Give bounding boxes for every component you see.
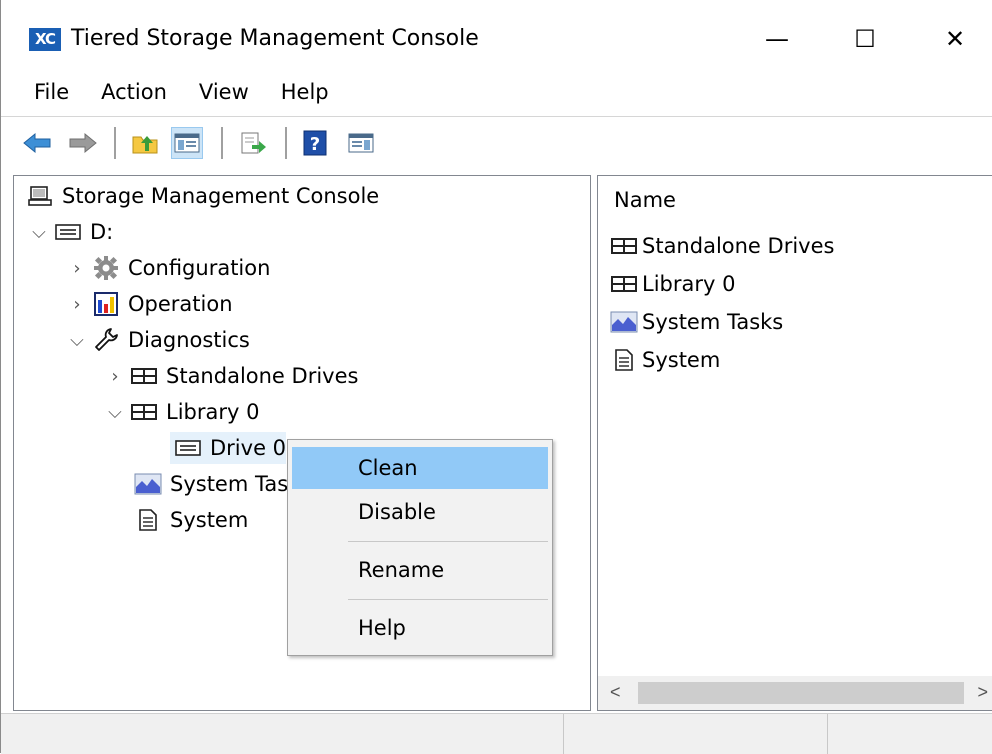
forward-icon[interactable] bbox=[67, 127, 99, 159]
menu-separator bbox=[348, 599, 548, 600]
tree-item-library[interactable]: ⌵ Library 0 bbox=[104, 396, 259, 428]
list-item[interactable]: Library 0 bbox=[610, 268, 735, 300]
menu-bar: File Action View Help bbox=[1, 78, 992, 114]
tree-item-drive[interactable]: ⌵ D: bbox=[28, 216, 113, 248]
system-tasks-icon bbox=[610, 310, 638, 334]
drive-icon bbox=[54, 220, 82, 244]
context-menu-disable[interactable]: Disable bbox=[292, 491, 548, 533]
scrollbar-thumb[interactable] bbox=[638, 682, 964, 704]
minimize-button[interactable]: — bbox=[745, 14, 809, 64]
computer-console-icon bbox=[26, 184, 54, 208]
context-menu-clean[interactable]: Clean bbox=[292, 447, 548, 489]
tree-item-root[interactable]: Storage Management Console bbox=[26, 180, 379, 212]
tree-item-configuration[interactable]: › Configuration bbox=[66, 252, 270, 284]
chevron-right-icon[interactable]: › bbox=[66, 294, 88, 315]
tree-item-system[interactable]: System bbox=[134, 504, 248, 536]
chevron-right-icon[interactable]: › bbox=[66, 258, 88, 279]
bar-chart-icon bbox=[92, 292, 120, 316]
up-folder-icon[interactable] bbox=[129, 127, 161, 159]
toolbar: ? bbox=[1, 116, 992, 173]
maximize-button[interactable]: ☐ bbox=[833, 14, 897, 64]
context-menu-label: Disable bbox=[358, 500, 436, 524]
drive-icon bbox=[174, 436, 202, 460]
scroll-left-icon[interactable]: < bbox=[610, 682, 621, 703]
chevron-down-icon[interactable]: ⌵ bbox=[28, 222, 50, 243]
app-window: XC Tiered Storage Management Console — ☐… bbox=[0, 0, 992, 754]
gear-icon bbox=[92, 256, 120, 280]
tree-item-label: Configuration bbox=[128, 256, 271, 280]
context-menu-label: Rename bbox=[358, 558, 445, 582]
tree-item-label: Diagnostics bbox=[128, 328, 250, 352]
chevron-down-icon[interactable]: ⌵ bbox=[104, 402, 126, 423]
tree-item-label: Operation bbox=[128, 292, 233, 316]
app-icon: XC bbox=[29, 28, 61, 51]
menu-separator bbox=[348, 541, 548, 542]
title-bar: XC Tiered Storage Management Console — ☐… bbox=[1, 0, 992, 78]
document-icon bbox=[610, 348, 638, 372]
toolbar-separator bbox=[221, 127, 223, 159]
list-item-label: Library 0 bbox=[642, 272, 736, 296]
horizontal-scrollbar[interactable]: < > bbox=[598, 676, 992, 710]
status-separator bbox=[827, 714, 828, 754]
menu-view[interactable]: View bbox=[183, 78, 265, 114]
export-list-icon[interactable] bbox=[237, 127, 269, 159]
menu-action[interactable]: Action bbox=[85, 78, 183, 114]
list-item-label: System bbox=[642, 348, 721, 372]
list-item-label: System Tasks bbox=[642, 310, 784, 334]
drive-array-icon bbox=[130, 400, 158, 424]
chevron-right-icon[interactable]: › bbox=[104, 366, 126, 387]
document-icon bbox=[134, 508, 162, 532]
back-icon[interactable] bbox=[21, 127, 53, 159]
tree-item-label: System bbox=[170, 508, 249, 532]
svg-text:?: ? bbox=[310, 134, 320, 155]
list-item-label: Standalone Drives bbox=[642, 234, 835, 258]
tree-item-system-tasks[interactable]: System Tasks bbox=[134, 468, 311, 500]
column-header-name[interactable]: Name bbox=[614, 188, 676, 212]
show-hide-tree-icon[interactable] bbox=[171, 127, 203, 159]
tree-item-operation[interactable]: › Operation bbox=[66, 288, 233, 320]
toolbar-separator bbox=[285, 127, 287, 159]
menu-help[interactable]: Help bbox=[265, 78, 345, 114]
system-tasks-icon bbox=[134, 472, 162, 496]
context-menu-label: Help bbox=[358, 616, 406, 640]
chevron-down-icon[interactable]: ⌵ bbox=[66, 330, 88, 351]
context-menu-rename[interactable]: Rename bbox=[292, 549, 548, 591]
context-menu-label: Clean bbox=[358, 456, 418, 480]
list-item[interactable]: System bbox=[610, 344, 720, 376]
tree-item-label: Drive 0 bbox=[210, 436, 287, 460]
context-menu: Clean Disable Rename Help bbox=[287, 439, 553, 656]
drive-array-icon bbox=[610, 272, 638, 296]
list-pane[interactable]: Name Standalone Drives Library 0 System … bbox=[597, 175, 992, 711]
wrench-icon bbox=[92, 328, 120, 352]
tree-item-standalone-drives[interactable]: › Standalone Drives bbox=[104, 360, 358, 392]
context-menu-help[interactable]: Help bbox=[292, 607, 548, 649]
tree-item-diagnostics[interactable]: ⌵ Diagnostics bbox=[66, 324, 250, 356]
status-separator bbox=[563, 714, 564, 754]
drive-array-icon bbox=[610, 234, 638, 258]
show-hide-action-pane-icon[interactable] bbox=[345, 127, 377, 159]
drive-array-icon bbox=[130, 364, 158, 388]
status-bar bbox=[1, 713, 992, 754]
close-button[interactable]: ✕ bbox=[923, 14, 987, 64]
window-title: Tiered Storage Management Console bbox=[71, 26, 479, 51]
menu-file[interactable]: File bbox=[1, 78, 85, 114]
tree-item-label: Standalone Drives bbox=[166, 364, 359, 388]
help-icon[interactable]: ? bbox=[299, 127, 331, 159]
scroll-right-icon[interactable]: > bbox=[977, 682, 988, 703]
tree-item-label: Library 0 bbox=[166, 400, 260, 424]
toolbar-separator bbox=[114, 127, 116, 159]
tree-item-label: Storage Management Console bbox=[62, 184, 380, 208]
list-item[interactable]: Standalone Drives bbox=[610, 230, 834, 262]
list-item[interactable]: System Tasks bbox=[610, 306, 783, 338]
tree-item-drive-0[interactable]: Drive 0 bbox=[170, 432, 287, 464]
tree-item-label: D: bbox=[90, 220, 114, 244]
